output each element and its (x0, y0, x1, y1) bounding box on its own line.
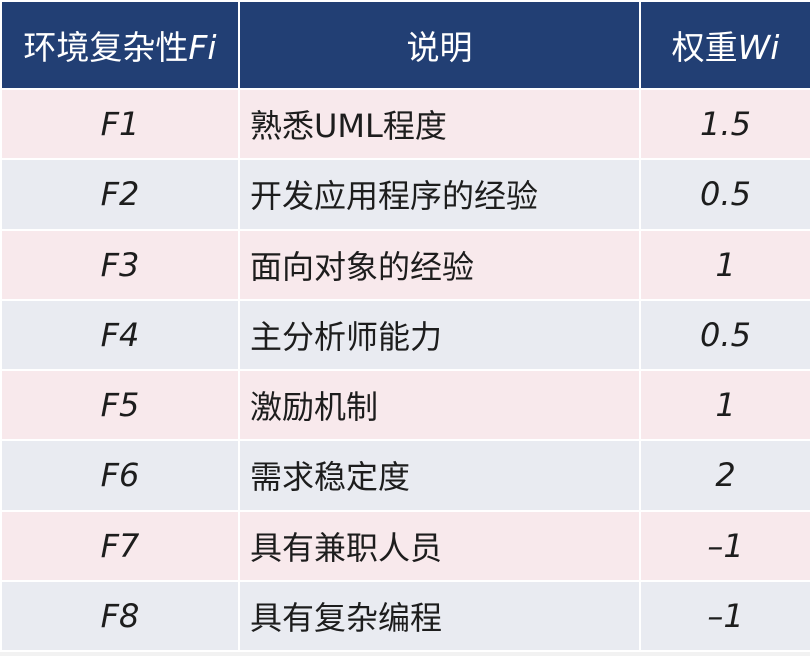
factor-id-cell: F4 (0, 298, 240, 372)
factor-id-cell: F1 (0, 87, 240, 161)
table-row: F3 面向对象的经验 1 (0, 228, 810, 301)
weight-cell: –1 (639, 579, 810, 653)
header-factor-text: 环境复杂性 (23, 28, 189, 67)
weight-cell: –1 (639, 509, 810, 582)
description-cell: 需求稳定度 (238, 439, 641, 512)
description-cell: 面向对象的经验 (238, 228, 641, 301)
weight-cell: 1 (639, 228, 810, 301)
header-description: 说明 (238, 0, 641, 90)
environment-factor-table: 环境复杂性Fi 说明 权重Wi F1 熟悉UML程度 1.5 F2 开发应用程序… (0, 0, 810, 653)
header-factor-symbol: Fi (188, 28, 217, 67)
factor-id-cell: F7 (0, 509, 240, 582)
weight-cell: 1.5 (639, 87, 810, 161)
description-cell: 具有兼职人员 (238, 509, 641, 582)
factor-id-cell: F6 (0, 439, 240, 512)
description-cell: 主分析师能力 (238, 298, 641, 372)
table-row: F2 开发应用程序的经验 0.5 (0, 158, 810, 231)
table-row: F6 需求稳定度 2 (0, 439, 810, 512)
header-description-text: 说明 (406, 28, 473, 67)
header-factor: 环境复杂性Fi (0, 0, 240, 90)
header-weight-symbol: Wi (737, 28, 780, 67)
weight-cell: 0.5 (639, 158, 810, 231)
description-cell: 激励机制 (238, 368, 641, 442)
weight-cell: 2 (639, 439, 810, 512)
description-cell: 具有复杂编程 (238, 579, 641, 653)
table-row: F8 具有复杂编程 –1 (0, 579, 810, 653)
table-row: F1 熟悉UML程度 1.5 (0, 87, 810, 161)
description-cell: 熟悉UML程度 (238, 87, 641, 161)
table-row: F4 主分析师能力 0.5 (0, 298, 810, 372)
factor-id-cell: F2 (0, 158, 240, 231)
weight-cell: 0.5 (639, 298, 810, 372)
table-row: F5 激励机制 1 (0, 368, 810, 442)
header-row: 环境复杂性Fi 说明 权重Wi (0, 0, 810, 90)
header-weight-text: 权重 (671, 28, 738, 67)
weight-cell: 1 (639, 368, 810, 442)
factor-id-cell: F3 (0, 228, 240, 301)
table-row: F7 具有兼职人员 –1 (0, 509, 810, 582)
factor-id-cell: F5 (0, 368, 240, 442)
header-weight: 权重Wi (639, 0, 810, 90)
description-cell: 开发应用程序的经验 (238, 158, 641, 231)
factor-id-cell: F8 (0, 579, 240, 653)
